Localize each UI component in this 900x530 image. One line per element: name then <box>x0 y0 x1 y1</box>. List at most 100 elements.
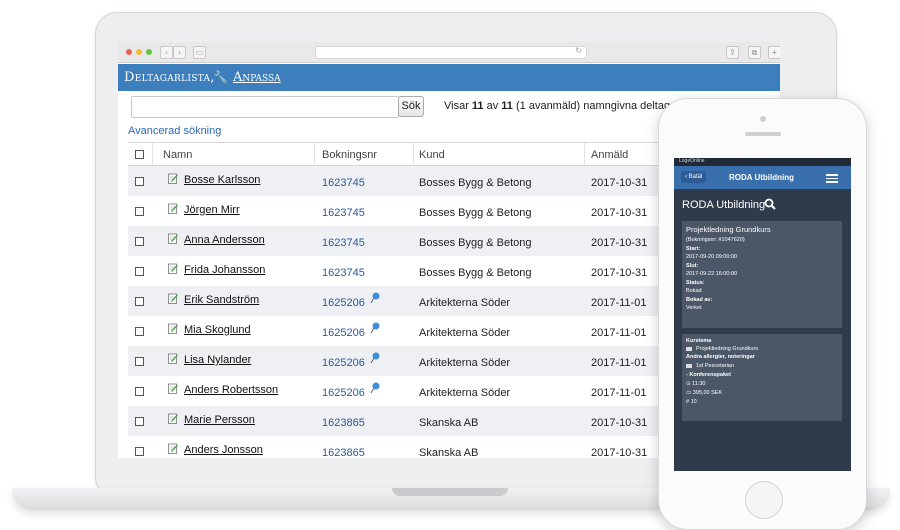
booking-number-link[interactable]: 1623745 <box>322 207 365 219</box>
phone-navbar: ‹ Batäl RODA Utbildning <box>674 166 851 189</box>
wrench-icon: 🔧 <box>213 70 228 84</box>
booking-number-link[interactable]: 1625206 <box>322 327 365 339</box>
phone-home-button[interactable] <box>745 481 783 519</box>
reload-icon[interactable]: ↻ <box>575 46 582 55</box>
column-header-bookingnr[interactable]: Bokningsnr <box>322 149 377 161</box>
registered-date: 2017-10-31 <box>591 237 648 249</box>
back-arrow-icon[interactable]: ‹ <box>160 46 173 59</box>
booking-number-link[interactable]: 1623865 <box>322 417 365 429</box>
participant-name-link[interactable]: Jörgen Mirr <box>184 204 240 216</box>
booking-number-link[interactable]: 1625206 <box>322 357 365 369</box>
phone-camera <box>760 116 766 122</box>
edit-icon[interactable] <box>168 443 178 454</box>
forward-arrow-icon[interactable]: › <box>173 46 186 59</box>
end-value: 2017-09-22 16:00:00 <box>686 271 738 277</box>
address-bar[interactable]: ↻ <box>315 46 587 59</box>
phone-page-title: RODA Utbildning <box>682 199 766 211</box>
browser-toolbar: ‹ › ▭ ↻ ⇪ ⧉ + <box>118 42 780 63</box>
row-checkbox[interactable] <box>135 447 144 456</box>
start-value: 2017-09-20 09:00:00 <box>686 254 738 260</box>
customer-name: Arkitekterna Söder <box>419 357 511 369</box>
participant-name-link[interactable]: Lisa Nylander <box>184 354 251 366</box>
participant-name-link[interactable]: Anna Andersson <box>184 234 265 246</box>
close-window-dot[interactable] <box>126 49 132 55</box>
search-input[interactable] <box>131 96 399 118</box>
result-summary: Visar 11 av 11 (1 avanmäld) namngivna de… <box>444 100 686 112</box>
booking-number: (Bokningsnr: #1047620) <box>686 237 745 243</box>
column-header-customer[interactable]: Kund <box>419 149 445 161</box>
column-header-name[interactable]: Namn <box>163 149 192 161</box>
registered-date: 2017-10-31 <box>591 447 648 458</box>
row-checkbox[interactable] <box>135 297 144 306</box>
row-checkbox[interactable] <box>135 327 144 336</box>
edit-icon[interactable] <box>168 353 178 364</box>
participant-name-link[interactable]: Marie Persson <box>184 414 255 426</box>
booked-by-value: Verket <box>686 305 702 311</box>
customer-name: Arkitekterna Söder <box>419 327 511 339</box>
status-label: Status: <box>686 280 705 286</box>
row-checkbox[interactable] <box>135 177 144 186</box>
tabs-icon[interactable]: ⧉ <box>748 46 761 59</box>
row-checkbox[interactable] <box>135 417 144 426</box>
row-checkbox[interactable] <box>135 357 144 366</box>
edit-icon[interactable] <box>168 413 178 424</box>
booking-number-link[interactable]: 1625206 <box>322 297 365 309</box>
row-checkbox[interactable] <box>135 207 144 216</box>
customer-name: Bosses Bygg & Betong <box>419 177 532 189</box>
edit-icon[interactable] <box>168 323 178 334</box>
customer-name: Arkitekterna Söder <box>419 297 511 309</box>
edit-icon[interactable] <box>168 173 178 184</box>
minimize-window-dot[interactable] <box>136 49 142 55</box>
booking-number-link[interactable]: 1623745 <box>322 267 365 279</box>
time-value: ⊙ 11:30 <box>686 381 706 387</box>
registered-date: 2017-10-31 <box>591 177 648 189</box>
edit-icon[interactable] <box>168 263 178 274</box>
hamburger-menu-icon[interactable] <box>826 174 838 183</box>
booked-by-label: Bokad av: <box>686 297 713 303</box>
registered-date: 2017-11-01 <box>591 387 647 399</box>
edit-icon[interactable] <box>168 233 178 244</box>
search-button[interactable]: Sök <box>398 96 424 117</box>
edit-icon[interactable] <box>168 383 178 394</box>
theme-label: Kurstema <box>686 338 712 344</box>
back-button[interactable]: ‹ Batäl <box>681 171 707 183</box>
row-checkbox[interactable] <box>135 267 144 276</box>
count-value: # 10 <box>686 399 697 405</box>
edit-icon[interactable] <box>168 293 178 304</box>
laptop-notch <box>392 488 508 496</box>
participant-name-link[interactable]: Erik Sandström <box>184 294 259 306</box>
new-tab-icon[interactable]: + <box>768 46 780 59</box>
allergy-label: Andra allergier, noteringar <box>686 354 755 360</box>
app-header: Deltagarlista, 🔧 Anpassa <box>118 64 780 91</box>
booking-number-link[interactable]: 1623745 <box>322 177 365 189</box>
pin-icon[interactable] <box>370 292 380 304</box>
advanced-search-link[interactable]: Avancerad sökning <box>128 125 221 137</box>
course-card[interactable]: Projektledning Grundkurs (Bokningsnr: #1… <box>682 221 842 328</box>
participant-name-link[interactable]: Anders Robertsson <box>184 384 278 396</box>
row-checkbox[interactable] <box>135 387 144 396</box>
participant-name-link[interactable]: Mia Skoglund <box>184 324 251 336</box>
registered-date: 2017-10-31 <box>591 207 648 219</box>
sidebar-icon[interactable]: ▭ <box>193 46 206 59</box>
registered-date: 2017-11-01 <box>591 357 647 369</box>
hash-icon: # <box>686 399 690 405</box>
booking-number-link[interactable]: 1625206 <box>322 387 365 399</box>
customer-name: Bosses Bygg & Betong <box>419 267 532 279</box>
pin-icon[interactable] <box>370 352 380 364</box>
edit-icon[interactable] <box>168 203 178 214</box>
column-header-registered[interactable]: Anmäld <box>591 149 628 161</box>
booking-number-link[interactable]: 1623865 <box>322 447 365 458</box>
booking-number-link[interactable]: 1623745 <box>322 237 365 249</box>
participant-name-link[interactable]: Anders Jonsson <box>184 444 263 456</box>
maximize-window-dot[interactable] <box>146 49 152 55</box>
share-icon[interactable]: ⇪ <box>726 46 739 59</box>
search-icon[interactable] <box>764 198 776 210</box>
pin-icon[interactable] <box>370 322 380 334</box>
select-all-checkbox[interactable] <box>135 150 144 159</box>
participant-name-link[interactable]: Frida Johansson <box>184 264 265 276</box>
customize-link[interactable]: Anpassa <box>233 70 281 85</box>
registered-date: 2017-10-31 <box>591 417 648 429</box>
row-checkbox[interactable] <box>135 237 144 246</box>
participant-name-link[interactable]: Bosse Karlsson <box>184 174 260 186</box>
pin-icon[interactable] <box>370 382 380 394</box>
